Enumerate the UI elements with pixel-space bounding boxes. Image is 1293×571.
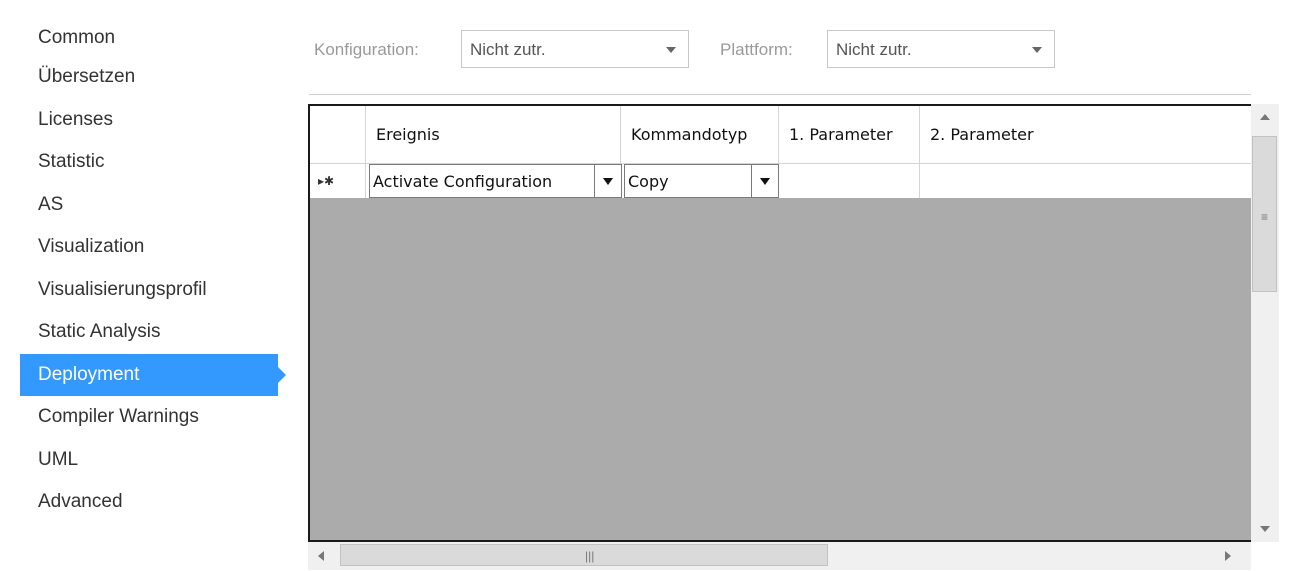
scroll-left-icon[interactable] <box>318 551 324 561</box>
parameter-1-cell[interactable] <box>779 164 920 198</box>
column-header-ereignis[interactable]: Ereignis <box>366 106 621 163</box>
chevron-down-icon <box>1032 47 1042 53</box>
grid-header-row: Ereignis Kommandotyp 1. Parameter 2. Par… <box>310 106 1251 163</box>
sidebar-item-deployment[interactable]: Deployment <box>20 353 286 396</box>
chevron-down-icon[interactable] <box>594 165 621 197</box>
sidebar-item-statistic[interactable]: Statistic <box>20 141 290 184</box>
divider <box>309 94 1251 95</box>
column-header-parameter-1[interactable]: 1. Parameter <box>779 106 920 163</box>
platform-dropdown[interactable]: Nicht zutr. <box>827 30 1055 68</box>
table-row[interactable]: ▸✱ Activate Configuration Copy <box>310 163 1251 198</box>
scroll-right-icon[interactable] <box>1225 551 1231 561</box>
platform-label: Plattform: <box>720 40 793 59</box>
grip-icon: ||| <box>585 549 595 563</box>
sidebar-item-visualisierungsprofil[interactable]: Visualisierungsprofil <box>20 269 290 312</box>
sidebar-item-common[interactable]: Common <box>20 20 290 56</box>
horizontal-scroll-thumb[interactable]: ||| <box>340 544 828 566</box>
grip-icon: ≡ <box>1261 210 1269 224</box>
configuration-label: Konfiguration: <box>314 40 419 59</box>
event-dropdown[interactable]: Activate Configuration <box>369 164 622 198</box>
configuration-dropdown[interactable]: Nicht zutr. <box>461 30 689 68</box>
column-header-kommandotyp[interactable]: Kommandotyp <box>621 106 779 163</box>
command-type-dropdown[interactable]: Copy <box>624 164 779 198</box>
sidebar-item-static-analysis[interactable]: Static Analysis <box>20 311 290 354</box>
sidebar-item-uebersetzen[interactable]: Übersetzen <box>20 56 290 99</box>
sidebar-item-advanced[interactable]: Advanced <box>20 481 290 524</box>
vertical-scrollbar[interactable]: ≡ <box>1251 104 1279 542</box>
build-events-grid[interactable]: Ereignis Kommandotyp 1. Parameter 2. Par… <box>308 104 1251 542</box>
sidebar-item-uml[interactable]: UML <box>20 439 290 482</box>
scroll-down-icon[interactable] <box>1260 526 1270 532</box>
row-header-corner <box>310 106 366 163</box>
sidebar-item-licenses[interactable]: Licenses <box>20 99 290 142</box>
configuration-value: Nicht zutr. <box>470 40 546 59</box>
sidebar-item-compiler-warnings[interactable]: Compiler Warnings <box>20 396 290 439</box>
vertical-scroll-thumb[interactable]: ≡ <box>1252 136 1277 292</box>
scroll-up-icon[interactable] <box>1260 114 1270 120</box>
sidebar: Common Übersetzen Licenses Statistic AS … <box>20 20 290 524</box>
sidebar-item-as[interactable]: AS <box>20 184 290 227</box>
sidebar-item-visualization[interactable]: Visualization <box>20 226 290 269</box>
chevron-down-icon <box>666 47 676 53</box>
chevron-down-icon[interactable] <box>751 165 778 197</box>
command-type-value: Copy <box>628 172 669 191</box>
horizontal-scrollbar[interactable]: ||| <box>308 542 1251 570</box>
new-row-indicator-icon: ▸✱ <box>310 164 366 198</box>
event-value: Activate Configuration <box>373 172 553 191</box>
column-header-parameter-2[interactable]: 2. Parameter <box>920 106 1251 163</box>
platform-value: Nicht zutr. <box>836 40 912 59</box>
parameter-2-cell[interactable] <box>920 164 1251 198</box>
